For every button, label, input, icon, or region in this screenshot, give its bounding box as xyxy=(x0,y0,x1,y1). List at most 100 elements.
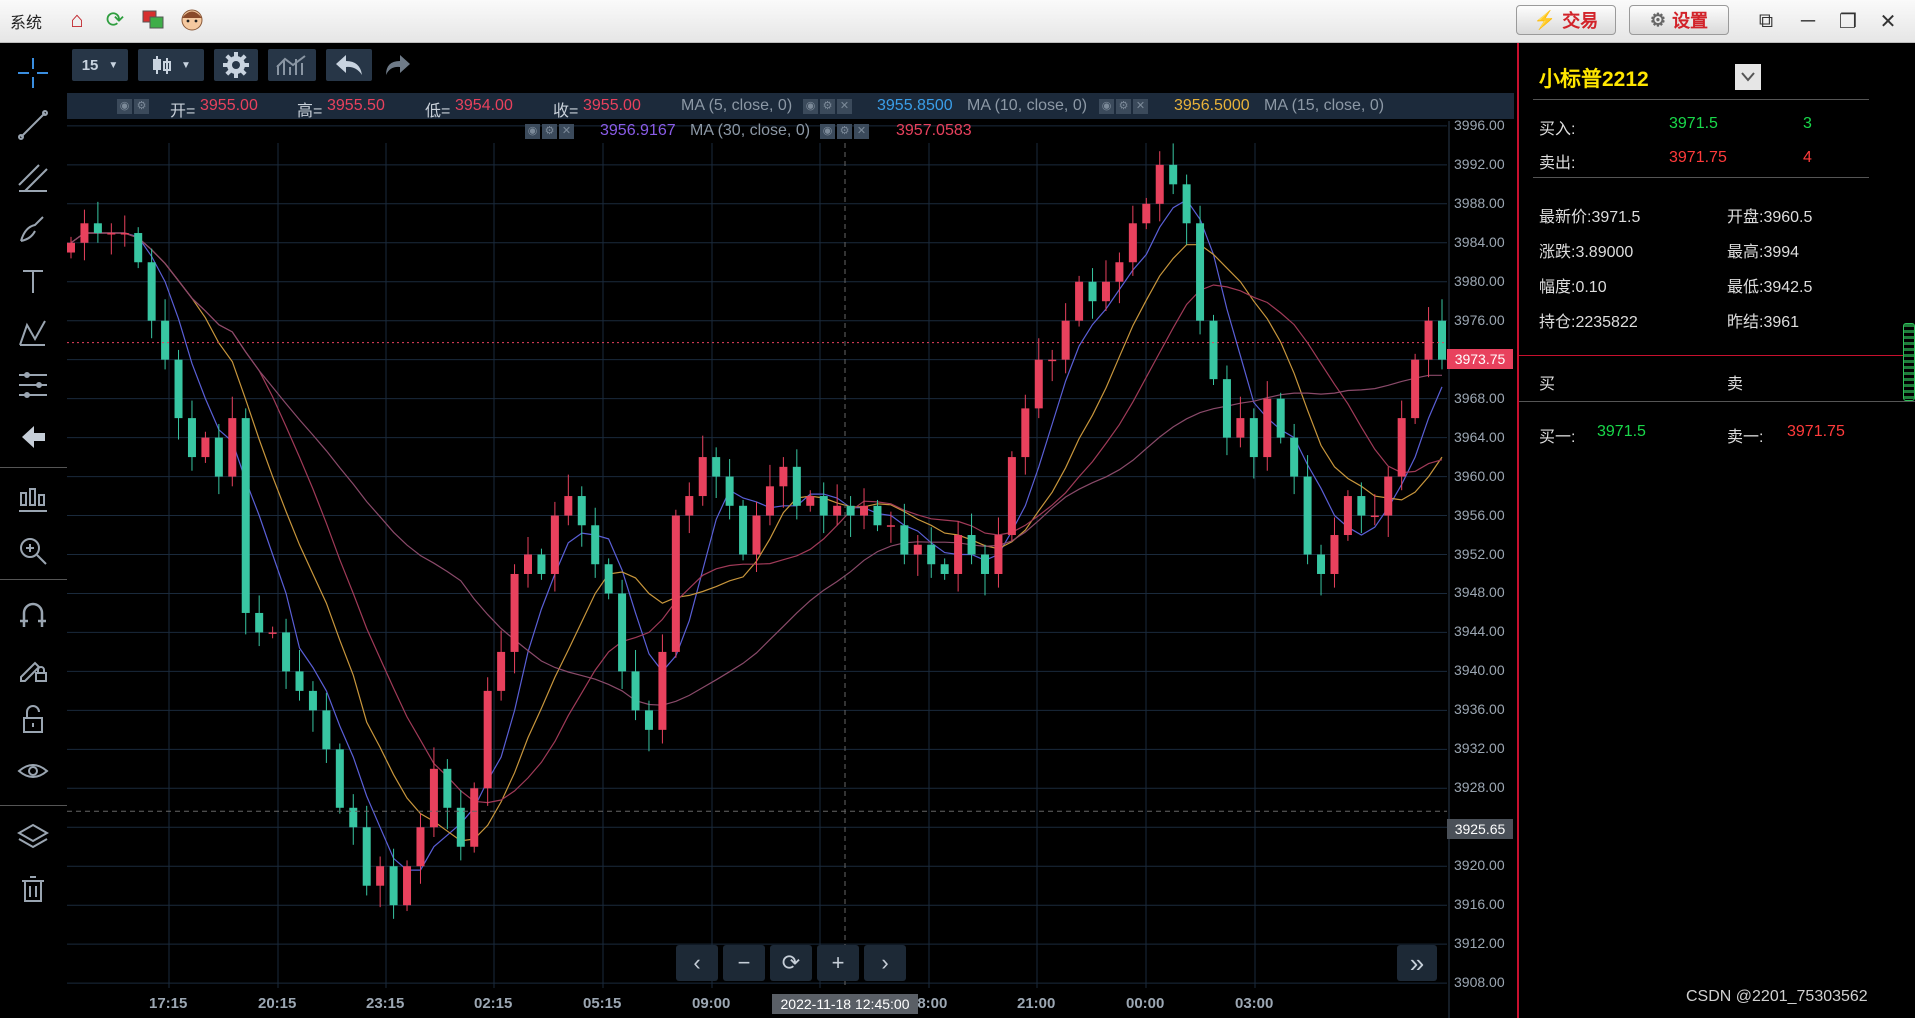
candle-body xyxy=(1142,203,1151,224)
zoom-in-button[interactable]: + xyxy=(817,945,859,981)
price-tick-label: 3920.00 xyxy=(1454,857,1505,874)
price-tick-label: 3908.00 xyxy=(1454,974,1505,991)
price-tick-label: 3988.00 xyxy=(1454,194,1505,211)
eye-toggle-icon[interactable]: ◉ xyxy=(525,124,540,139)
quote-stat-item: 幅度:0.10 xyxy=(1539,279,1607,296)
cursor-price-tag: 3925.65 xyxy=(1447,819,1513,839)
ask1-label: 卖一: xyxy=(1727,429,1764,446)
sell-qty: 4 xyxy=(1803,149,1812,166)
home-icon[interactable]: ⌂ xyxy=(62,5,92,35)
candle-body xyxy=(362,827,371,886)
candle-body xyxy=(107,233,116,235)
candle-body xyxy=(443,768,452,808)
trade-button[interactable]: ⚡ 交易 xyxy=(1516,5,1616,35)
trash-icon[interactable] xyxy=(11,869,55,909)
contract-dropdown[interactable] xyxy=(1735,64,1761,90)
gear-icon[interactable]: ⚙ xyxy=(820,99,835,114)
parallel-channel-icon[interactable] xyxy=(11,157,55,197)
jump-to-latest-button[interactable]: » xyxy=(1397,945,1437,981)
popout-icon[interactable]: ⧉ xyxy=(1751,7,1781,35)
candle-body xyxy=(80,223,89,243)
ask1-value[interactable]: 3971.75 xyxy=(1787,423,1845,441)
indicator-bars-icon[interactable] xyxy=(11,479,55,519)
close-icon[interactable]: ✕ xyxy=(837,99,852,114)
fib-levels-icon[interactable] xyxy=(11,365,55,405)
candle-body xyxy=(1101,281,1110,302)
close-value: 3955.00 xyxy=(583,97,641,114)
low-label: 低= xyxy=(425,103,451,120)
price-tick-label: 3952.00 xyxy=(1454,545,1505,562)
lock-drawing-icon[interactable] xyxy=(11,647,55,687)
sell-price[interactable]: 3971.75 xyxy=(1669,149,1727,167)
zoom-in-icon[interactable] xyxy=(11,531,55,571)
candle-body xyxy=(1290,437,1299,477)
reset-chart-button[interactable]: ⟳ xyxy=(770,945,812,981)
trend-line-icon[interactable] xyxy=(11,105,55,145)
system-menu[interactable]: 系统 xyxy=(10,9,42,33)
panel-scroll-handle[interactable] xyxy=(1903,323,1915,401)
candle-body xyxy=(927,544,936,565)
candle-body xyxy=(470,788,479,847)
scroll-left-button[interactable]: ‹ xyxy=(676,945,718,981)
quote-stat-item: 最低:3942.5 xyxy=(1727,279,1813,296)
brush-icon[interactable] xyxy=(11,209,55,249)
candle-body xyxy=(524,554,532,574)
bid1-label: 买一: xyxy=(1539,429,1576,446)
eye-toggle-icon[interactable]: ◉ xyxy=(1099,99,1114,114)
eye-toggle-icon[interactable]: ◉ xyxy=(117,99,132,114)
close-icon[interactable]: ✕ xyxy=(854,124,869,139)
gear-icon[interactable]: ⚙ xyxy=(1116,99,1131,114)
unlock-icon[interactable] xyxy=(11,699,55,739)
price-tick-label: 3956.00 xyxy=(1454,506,1505,523)
depth-sell-header: 卖 xyxy=(1727,376,1744,393)
close-icon[interactable]: ✕ xyxy=(559,124,574,139)
quote-stat-item: 持仓:2235822 xyxy=(1539,314,1638,331)
maximize-icon[interactable]: ❐ xyxy=(1833,7,1863,35)
settings-button[interactable]: ⚙ 设置 xyxy=(1629,5,1729,35)
magnet-icon[interactable] xyxy=(11,595,55,635)
refresh-icon[interactable]: ⟳ xyxy=(100,5,130,35)
open-label: 开= xyxy=(170,103,196,120)
candle-body xyxy=(644,710,653,730)
toolbar-divider xyxy=(0,467,67,468)
text-tool-icon[interactable] xyxy=(11,261,55,301)
chart-grid xyxy=(67,121,1450,1018)
ma10-label: MA (10, close, 0) xyxy=(967,97,1088,114)
ma-info-second-row: ◉ ⚙ ✕ 3956.9167 MA (30, close, 0) ◉ ⚙ ✕ … xyxy=(67,119,1067,143)
windows-icon[interactable] xyxy=(138,5,168,35)
candle-body xyxy=(940,564,949,574)
time-tick-label: 02:15 xyxy=(474,995,513,1012)
price-tick-label: 3964.00 xyxy=(1454,428,1505,445)
gear-icon[interactable]: ⚙ xyxy=(837,124,852,139)
visibility-eye-icon[interactable] xyxy=(11,751,55,791)
time-tick-label: 00:00 xyxy=(1126,995,1165,1012)
title-bar: 系统 ⌂ ⟳ ⚡ 交易 ⚙ 设置 ⧉ ─ ❐ ✕ xyxy=(0,0,1915,43)
price-chart-canvas[interactable] xyxy=(67,43,1517,1018)
back-arrow-icon[interactable] xyxy=(11,417,55,457)
gear-icon[interactable]: ⚙ xyxy=(134,99,149,114)
candle-body xyxy=(1115,262,1124,282)
candle-body xyxy=(120,233,129,235)
eye-toggle-icon[interactable]: ◉ xyxy=(820,124,835,139)
candle-body xyxy=(618,593,627,672)
price-tick-label: 3960.00 xyxy=(1454,467,1505,484)
crosshair-icon[interactable] xyxy=(11,53,55,93)
gear-icon: ⚙ xyxy=(1649,9,1667,30)
candle-body xyxy=(335,749,344,808)
layers-icon[interactable] xyxy=(11,817,55,857)
close-icon[interactable]: ✕ xyxy=(1133,99,1148,114)
buy-price[interactable]: 3971.5 xyxy=(1669,115,1718,133)
gear-icon[interactable]: ⚙ xyxy=(542,124,557,139)
user-avatar-icon[interactable] xyxy=(177,5,207,35)
candle-body xyxy=(1317,554,1326,574)
zoom-out-button[interactable]: − xyxy=(723,945,765,981)
scroll-right-button[interactable]: › xyxy=(864,945,906,981)
pattern-tool-icon[interactable] xyxy=(11,313,55,353)
minimize-icon[interactable]: ─ xyxy=(1793,7,1823,35)
ma5-value: 3955.8500 xyxy=(877,97,953,114)
bid1-value[interactable]: 3971.5 xyxy=(1597,423,1646,441)
time-tick-label: 23:15 xyxy=(366,995,405,1012)
close-icon[interactable]: ✕ xyxy=(1873,7,1903,35)
eye-toggle-icon[interactable]: ◉ xyxy=(803,99,818,114)
candle-body xyxy=(201,437,210,458)
